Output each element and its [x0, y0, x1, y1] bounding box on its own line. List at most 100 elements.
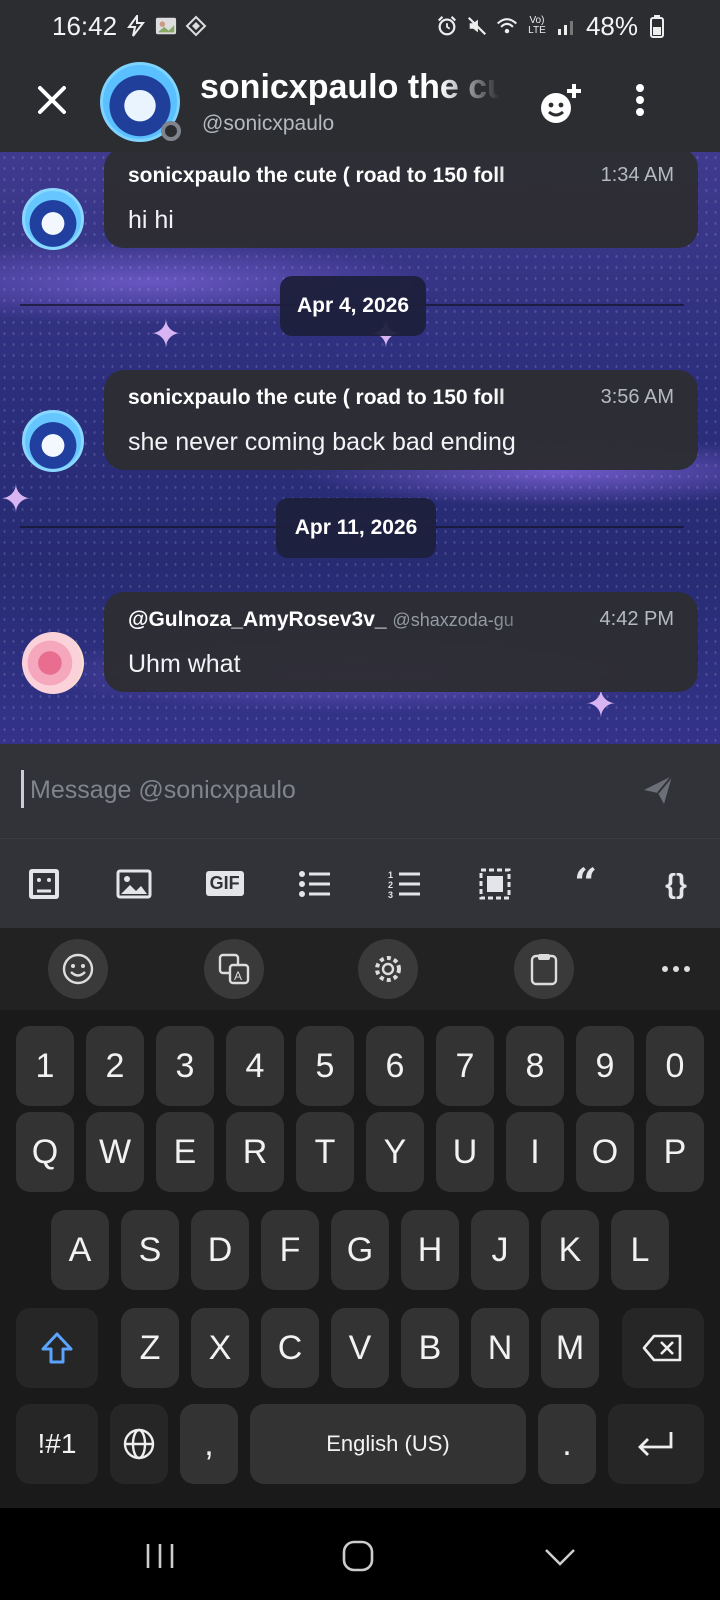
key-u[interactable]: U: [436, 1112, 494, 1192]
gif-button[interactable]: GIF: [201, 860, 249, 908]
key-i[interactable]: I: [506, 1112, 564, 1192]
message-composer: [0, 744, 720, 838]
date-separator: Apr 4, 2026: [280, 276, 426, 336]
send-icon: [644, 775, 673, 804]
numbered-list-button[interactable]: 123: [381, 860, 429, 908]
message-input[interactable]: [30, 770, 590, 810]
key-l[interactable]: L: [611, 1210, 669, 1290]
period-key[interactable]: .: [538, 1404, 596, 1484]
key-7[interactable]: 7: [436, 1026, 494, 1106]
spoiler-button[interactable]: [20, 860, 68, 908]
key-6[interactable]: 6: [366, 1026, 424, 1106]
key-3[interactable]: 3: [156, 1026, 214, 1106]
key-z[interactable]: Z: [121, 1308, 179, 1388]
key-g[interactable]: G: [331, 1210, 389, 1290]
key-0[interactable]: 0: [646, 1026, 704, 1106]
chat-area[interactable]: ✦ ✦ ✦ ✦ sonicxpaulo the cute ( road to 1…: [0, 152, 720, 744]
more-horizontal-icon: [662, 966, 690, 972]
code-block-button[interactable]: {}: [652, 860, 700, 908]
translate-button[interactable]: A: [204, 939, 264, 999]
home-icon: [342, 1540, 374, 1572]
date-separator: Apr 11, 2026: [276, 498, 436, 558]
key-d[interactable]: D: [191, 1210, 249, 1290]
backspace-key[interactable]: [622, 1308, 704, 1388]
status-time: 16:42: [52, 10, 118, 41]
language-key[interactable]: [110, 1404, 168, 1484]
home-button[interactable]: [338, 1536, 378, 1576]
sparkle-decoration: ✦: [0, 479, 32, 521]
spoiler-block-button[interactable]: [471, 860, 519, 908]
key-w[interactable]: W: [86, 1112, 144, 1192]
space-key[interactable]: English (US): [250, 1404, 526, 1484]
add-friend-icon: [541, 84, 581, 123]
recent-apps-icon: [146, 1544, 174, 1568]
close-button[interactable]: [30, 78, 74, 122]
message-timestamp: 3:56 AM: [600, 386, 674, 408]
globe-icon: [123, 1428, 155, 1460]
key-1[interactable]: 1: [16, 1026, 74, 1106]
key-a[interactable]: A: [51, 1210, 109, 1290]
emoji-button[interactable]: [48, 939, 108, 999]
key-m[interactable]: M: [541, 1308, 599, 1388]
key-p[interactable]: P: [646, 1112, 704, 1192]
emoji-icon: [62, 953, 94, 985]
keyboard-settings-button[interactable]: [358, 939, 418, 999]
clipboard-icon: [530, 954, 558, 986]
signal-icon: [556, 15, 578, 37]
key-y[interactable]: Y: [366, 1112, 424, 1192]
message-avatar[interactable]: [22, 632, 84, 694]
bullet-list-button[interactable]: [291, 860, 339, 908]
image-button[interactable]: [110, 860, 158, 908]
offline-status-icon: [161, 121, 181, 141]
key-r[interactable]: R: [226, 1112, 284, 1192]
clipboard-button[interactable]: [514, 939, 574, 999]
key-q[interactable]: Q: [16, 1112, 74, 1192]
message-bubble[interactable]: @Gulnoza_AmyRosev3v_ @shaxzoda-gu 4:42 P…: [104, 592, 698, 692]
add-friend-button[interactable]: [536, 80, 584, 128]
display-name[interactable]: sonicxpaulo the cute ( road to 150 follo…: [200, 68, 500, 107]
key-s[interactable]: S: [121, 1210, 179, 1290]
key-c[interactable]: C: [261, 1308, 319, 1388]
key-e[interactable]: E: [156, 1112, 214, 1192]
recent-apps-button[interactable]: [140, 1536, 180, 1576]
more-options-button[interactable]: [628, 80, 656, 124]
wifi-icon: [496, 15, 518, 37]
key-8[interactable]: 8: [506, 1026, 564, 1106]
key-t[interactable]: T: [296, 1112, 354, 1192]
app-notification-icon: [185, 15, 207, 37]
message-avatar[interactable]: [22, 410, 84, 472]
key-n[interactable]: N: [471, 1308, 529, 1388]
key-9[interactable]: 9: [576, 1026, 634, 1106]
message-bubble[interactable]: sonicxpaulo the cute ( road to 150 foll …: [104, 152, 698, 248]
symbols-key[interactable]: !#1: [16, 1404, 98, 1484]
back-button[interactable]: [540, 1536, 580, 1576]
key-j[interactable]: J: [471, 1210, 529, 1290]
key-o[interactable]: O: [576, 1112, 634, 1192]
user-avatar[interactable]: [100, 62, 181, 142]
message-author[interactable]: sonicxpaulo the cute ( road to 150 foll: [128, 164, 558, 188]
message-author[interactable]: @Gulnoza_AmyRosev3v_ @shaxzoda-gu: [128, 608, 558, 632]
send-button[interactable]: [640, 772, 680, 812]
username: @sonicxpaulo: [202, 112, 335, 135]
more-tools-button[interactable]: [646, 939, 706, 999]
key-h[interactable]: H: [401, 1210, 459, 1290]
key-2[interactable]: 2: [86, 1026, 144, 1106]
battery-icon: [646, 15, 668, 38]
message-bubble[interactable]: sonicxpaulo the cute ( road to 150 foll …: [104, 370, 698, 470]
enter-key[interactable]: [608, 1404, 704, 1484]
key-x[interactable]: X: [191, 1308, 249, 1388]
spoiler-icon: [29, 868, 59, 899]
navigation-bar: [0, 1508, 720, 1600]
message-author[interactable]: sonicxpaulo the cute ( road to 150 foll: [128, 386, 558, 410]
comma-key[interactable]: ,: [180, 1404, 238, 1484]
dashed-box-icon: [479, 868, 511, 899]
key-k[interactable]: K: [541, 1210, 599, 1290]
quote-button[interactable]: “: [562, 860, 610, 908]
key-b[interactable]: B: [401, 1308, 459, 1388]
key-5[interactable]: 5: [296, 1026, 354, 1106]
key-f[interactable]: F: [261, 1210, 319, 1290]
key-4[interactable]: 4: [226, 1026, 284, 1106]
key-v[interactable]: V: [331, 1308, 389, 1388]
message-avatar[interactable]: [22, 188, 84, 250]
shift-key[interactable]: [16, 1308, 98, 1388]
